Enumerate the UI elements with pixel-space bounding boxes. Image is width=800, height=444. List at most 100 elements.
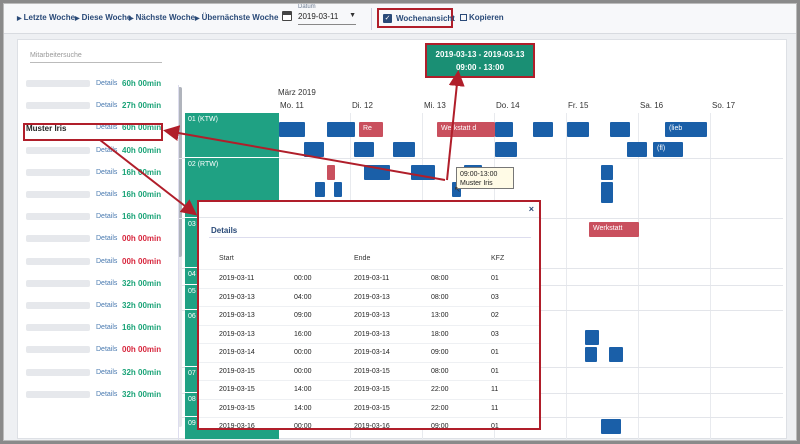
shift-event[interactable] [364, 165, 390, 180]
employee-hours: 32h 00min [122, 367, 162, 377]
shift-event[interactable]: (lieb [665, 122, 707, 137]
employee-search-input[interactable]: Mitarbeitersuche [30, 49, 162, 63]
highlight-employee [23, 123, 163, 141]
employee-details-link[interactable]: Details [96, 302, 117, 309]
shift-event[interactable] [585, 330, 599, 345]
employee-details-link[interactable]: Details [96, 80, 117, 87]
start-time-cell: 00:00 [294, 275, 312, 282]
close-icon[interactable]: × [529, 204, 534, 214]
shift-event[interactable]: (fl) [653, 142, 683, 157]
kfz-cell: 01 [491, 367, 499, 375]
shift-event[interactable] [567, 122, 589, 137]
employee-hours: 16h 00min [122, 323, 162, 333]
row-gridline [179, 440, 783, 441]
employee-name [26, 146, 90, 154]
next-week-button[interactable]: ▶ Nächste Woche [129, 13, 195, 22]
shift-event[interactable]: Werkstatt d [437, 122, 495, 137]
employee-details-link[interactable]: Details [96, 213, 117, 220]
shift-event[interactable] [304, 142, 324, 157]
day-header: Do. 14 [496, 101, 520, 110]
kfz-cell: 03 [491, 330, 499, 338]
shift-event[interactable] [393, 142, 415, 157]
shift-event[interactable] [601, 419, 621, 434]
table-row: 2019-03-15 14:00 2019-03-15 22:00 11 [199, 398, 539, 417]
employee-row: Details 32h 00min [26, 390, 176, 403]
col-header-kfz: KFZ [491, 255, 505, 262]
vehicle-row-label: 01 (KTW) [185, 113, 279, 157]
copy-button[interactable]: Kopieren [460, 13, 504, 22]
employee-details-link[interactable]: Details [96, 235, 117, 242]
employee-details-link[interactable]: Details [96, 369, 117, 376]
end-time-cell: 22:00 [431, 386, 449, 393]
employee-details-link[interactable]: Details [96, 324, 117, 331]
employee-details-link[interactable]: Details [96, 258, 117, 265]
shift-event[interactable] [354, 142, 374, 157]
employee-hours: 00h 00min [122, 256, 162, 266]
start-time-cell: 00:00 [294, 423, 312, 430]
shift-event[interactable] [334, 182, 342, 197]
employee-row: Details 16h 00min [26, 323, 176, 336]
shift-event[interactable] [601, 165, 613, 180]
last-week-button[interactable]: ▶ Letzte Woche [17, 13, 75, 22]
shift-event[interactable] [609, 347, 623, 362]
this-week-button[interactable]: ▶ Diese Woche [75, 13, 131, 22]
day-gridline [710, 113, 711, 440]
selected-shift-summary: 2019-03-13 - 2019-03-13 09:00 - 13:00 [425, 43, 535, 78]
shift-event[interactable] [585, 347, 597, 362]
week-after-next-button[interactable]: ▶ Übernächste Woche [195, 13, 278, 22]
event-label: (lieb [669, 125, 683, 132]
shift-event[interactable]: Re [359, 122, 383, 137]
week-view-toggle[interactable]: ✓ Wochenansicht [377, 8, 455, 28]
checkbox-checked-icon[interactable]: ✓ [383, 14, 392, 23]
employee-details-link[interactable]: Details [96, 147, 117, 154]
end-time-cell: 08:00 [431, 293, 449, 301]
end-time-cell: 09:00 [431, 349, 449, 356]
start-time-cell: 14:00 [294, 404, 312, 412]
shift-event[interactable] [610, 122, 630, 137]
employee-details-link[interactable]: Details [96, 346, 117, 353]
start-date-cell: 2019-03-15 [219, 386, 255, 393]
employee-details-link[interactable]: Details [96, 391, 117, 398]
day-header: Fr. 15 [568, 101, 589, 110]
employee-details-link[interactable]: Details [96, 280, 117, 287]
employee-name [26, 102, 90, 110]
shift-event[interactable] [533, 122, 553, 137]
shift-event[interactable] [495, 122, 513, 137]
day-header: Mo. 11 [280, 101, 304, 110]
table-row: 2019-03-11 00:00 2019-03-11 08:00 01 [199, 269, 539, 287]
event-label: (fl) [657, 145, 666, 152]
kfz-cell: 01 [491, 423, 499, 430]
toolbar: ▶ Letzte Woche ▶ Diese Woche ▶ Nächste Woch… [4, 4, 796, 34]
shift-event[interactable] [601, 188, 613, 203]
end-time-cell: 08:00 [431, 275, 449, 282]
start-date-cell: 2019-03-13 [219, 330, 255, 338]
shift-event[interactable]: Werkstatt [589, 222, 639, 237]
day-gridline [638, 113, 639, 440]
selected-time-range: 09:00 - 13:00 [455, 63, 505, 72]
shift-event[interactable] [279, 122, 305, 137]
employee-name [26, 302, 90, 309]
employee-row: Details 00h 00min [26, 345, 176, 358]
shift-event[interactable] [327, 122, 355, 137]
employee-row: Details 16h 00min [26, 190, 176, 203]
employee-row: Details 00h 00min [26, 256, 176, 270]
employee-name [26, 390, 90, 398]
employee-details-link[interactable]: Details [96, 169, 117, 176]
start-time-cell: 00:00 [294, 349, 312, 356]
triangle-right-icon: ▶ [75, 16, 80, 22]
shift-event[interactable] [495, 142, 517, 157]
employee-details-link[interactable]: Details [96, 102, 117, 109]
shift-event[interactable] [315, 182, 325, 197]
employee-name [26, 324, 90, 332]
table-row: 2019-03-13 16:00 2019-03-13 18:00 03 [199, 324, 539, 343]
shift-event[interactable] [327, 165, 335, 180]
employee-details-link[interactable]: Details [96, 191, 117, 198]
calendar-icon[interactable] [282, 11, 292, 21]
start-date-cell: 2019-03-13 [219, 293, 255, 301]
shift-event[interactable] [411, 165, 435, 180]
end-time-cell: 22:00 [431, 404, 449, 412]
shift-event[interactable] [627, 142, 647, 157]
date-select[interactable]: 2019-03-11 ▼ [298, 11, 356, 25]
selected-date-range: 2019-03-13 - 2019-03-13 [435, 50, 525, 59]
table-row: 2019-03-14 00:00 2019-03-14 09:00 01 [199, 343, 539, 361]
